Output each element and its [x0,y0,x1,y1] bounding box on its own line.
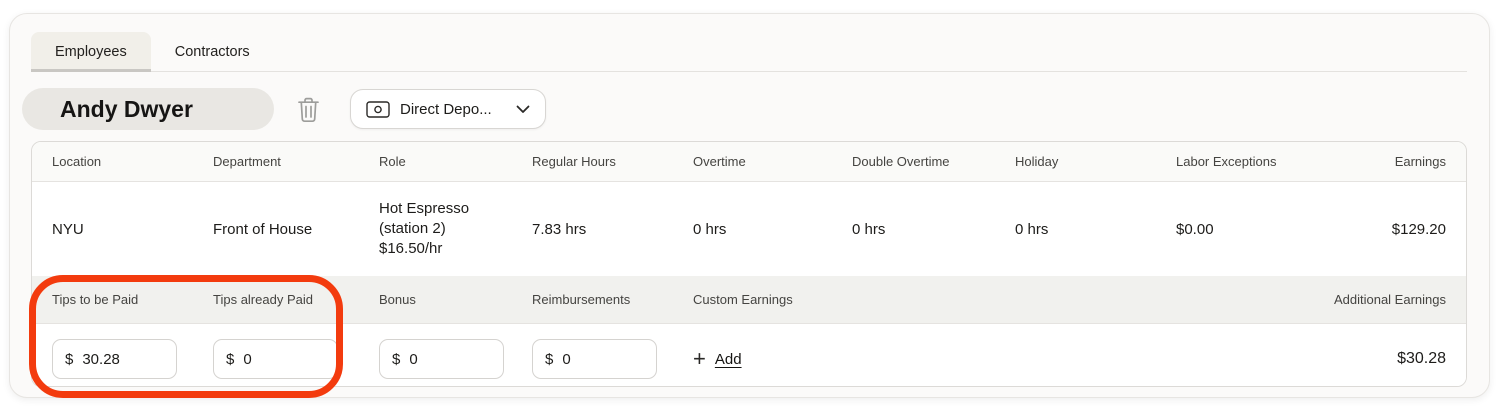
header-custom-earnings: Custom Earnings [693,292,1246,307]
regular-hours-value: 7.83 hrs [532,221,693,238]
header-reimbursements: Reimbursements [532,292,693,307]
add-custom-earning-link[interactable]: Add [715,351,742,368]
trash-icon [297,96,320,123]
tips-already-paid-field[interactable]: $ [213,339,338,379]
header-role: Role [379,154,532,169]
role-value: Hot Espresso (station 2) $16.50/hr [379,199,532,259]
header-double-overtime: Double Overtime [852,154,1015,169]
reimbursements-input[interactable] [562,351,644,368]
header-location: Location [52,154,213,169]
overtime-value: 0 hrs [693,221,852,238]
bonus-input[interactable] [409,351,491,368]
header-overtime: Overtime [693,154,852,169]
additional-earnings-header: Tips to be Paid Tips already Paid Bonus … [32,276,1466,324]
double-overtime-value: 0 hrs [852,221,1015,238]
header-holiday: Holiday [1015,154,1176,169]
dollar-prefix: $ [65,351,73,368]
dollar-prefix: $ [226,351,234,368]
tips-to-be-paid-field[interactable]: $ [52,339,177,379]
cash-icon [366,101,390,118]
payroll-card: Employees Contractors Andy Dwyer [9,13,1490,398]
employee-pay-table: Location Department Role Regular Hours O… [31,141,1467,387]
tab-bar: Employees Contractors [31,32,1467,72]
labor-exceptions-value: $0.00 [1176,221,1326,238]
header-earnings: Earnings [1326,154,1446,169]
holiday-value: 0 hrs [1015,221,1176,238]
tab-contractors[interactable]: Contractors [151,32,274,71]
header-department: Department [213,154,379,169]
plus-icon[interactable]: + [693,348,706,370]
tab-employees[interactable]: Employees [31,32,151,71]
payment-method-dropdown[interactable]: Direct Depo... [350,89,546,129]
header-tips-already-paid: Tips already Paid [213,292,379,307]
location-value: NYU [52,221,213,238]
header-bonus: Bonus [379,292,532,307]
hours-table-row: NYU Front of House Hot Espresso (station… [32,182,1466,276]
tips-already-paid-input[interactable] [243,351,325,368]
employee-bar: Andy Dwyer Direct Depo... [22,88,1467,130]
reimbursements-field[interactable]: $ [532,339,657,379]
chevron-down-icon [516,105,530,114]
department-value: Front of House [213,221,379,238]
hours-table-header: Location Department Role Regular Hours O… [32,142,1466,182]
dollar-prefix: $ [392,351,400,368]
header-tips-to-be-paid: Tips to be Paid [52,292,213,307]
employee-name-pill[interactable]: Andy Dwyer [22,88,274,130]
header-regular-hours: Regular Hours [532,154,693,169]
header-additional-earnings: Additional Earnings [1246,292,1446,307]
earnings-value: $129.20 [1326,221,1446,238]
delete-employee-button[interactable] [297,96,320,123]
payment-method-label: Direct Depo... [400,101,492,118]
dollar-prefix: $ [545,351,553,368]
tips-to-be-paid-input[interactable] [82,351,164,368]
additional-earnings-row: $ $ $ $ [32,324,1466,386]
header-labor-exceptions: Labor Exceptions [1176,154,1326,169]
additional-earnings-total: $30.28 [1246,350,1446,368]
bonus-field[interactable]: $ [379,339,504,379]
